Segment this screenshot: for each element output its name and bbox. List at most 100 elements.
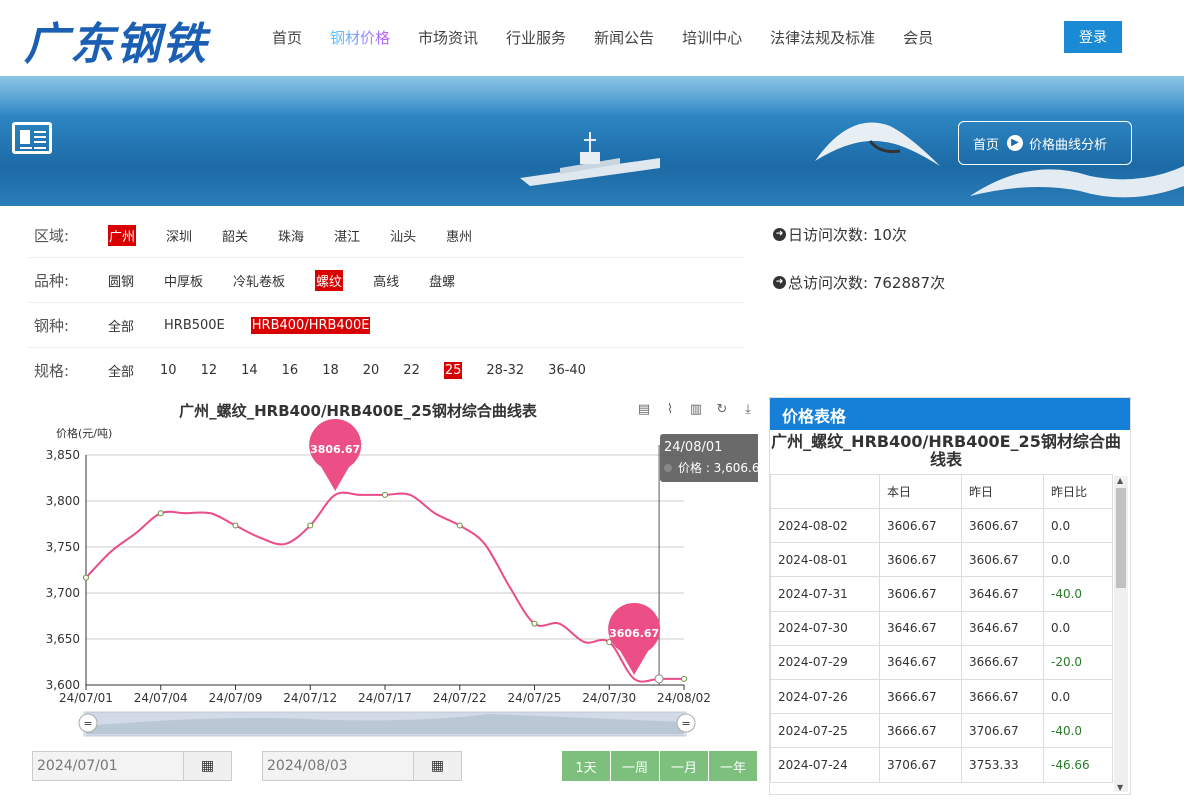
region-option[interactable]: 珠海 [278,226,304,245]
data-point [232,522,239,529]
region-option[interactable]: 广州 [108,224,137,246]
variety-option[interactable]: 高线 [373,271,399,290]
scroll-up-icon[interactable]: ▲ [1117,476,1123,485]
table-cell: 3646.67 [879,644,962,680]
nav-industry-service[interactable]: 行业服务 [506,27,566,48]
price-table-header: 价格表格 [770,398,1130,430]
range-year-button[interactable]: 一年 [709,751,757,781]
spec-option[interactable]: 36-40 [548,363,586,378]
table-cell: 3606.67 [879,576,962,612]
grade-option[interactable]: 全部 [108,316,134,335]
spec-option[interactable]: 全部 [108,361,134,380]
grade-option[interactable]: HRB500E [164,318,225,333]
x-tick-label: 24/07/25 [508,691,562,705]
variety-option[interactable]: 冷轧卷板 [233,271,285,290]
price-series-line [85,491,684,683]
spec-option[interactable]: 22 [403,363,420,378]
spec-option[interactable]: 14 [241,363,258,378]
spec-option[interactable]: 16 [282,363,299,378]
tooltip-dot [664,464,672,472]
refresh-icon[interactable]: ↻ [714,402,730,418]
range-month-button[interactable]: 一月 [660,751,708,781]
region-option[interactable]: 深圳 [166,226,192,245]
table-cell: -46.66 [1043,747,1113,783]
scrollbar-thumb[interactable] [1116,488,1126,588]
spec-option[interactable]: 12 [201,363,218,378]
region-option[interactable]: 韶关 [222,226,248,245]
x-tick-label: 24/07/17 [358,691,412,705]
table-row: 2024-07-26 3666.67 3666.67 0.0 [770,678,1113,715]
data-view-icon[interactable]: ▤ [636,402,652,418]
table-cell: 3753.33 [961,747,1044,783]
table-cell: 3706.67 [879,747,962,783]
table-row: 2024-07-31 3606.67 3646.67 -40.0 [770,576,1113,612]
table-row: 2024-07-29 3646.67 3666.67 -20.0 [770,644,1113,680]
table-cell: 3606.67 [879,542,962,578]
table-cell: 2024-08-01 [770,542,880,578]
nav-laws[interactable]: 法律法规及标准 [770,27,875,48]
calendar-icon[interactable]: ▦ [183,752,231,780]
y-tick-label: 3,650 [46,632,80,646]
table-cell: 0.0 [1043,507,1113,544]
table-cell: 3606.67 [961,542,1044,578]
nav-steel-price[interactable]: 钢材价格 [330,27,390,48]
variety-option[interactable]: 圆钢 [108,271,134,290]
nav-home[interactable]: 首页 [272,27,302,48]
hero-banner: 首页 ▶ 价格曲线分析 [0,76,1184,206]
daily-visits-text: 日访问次数: 10次 [788,226,907,244]
chevron-right-icon: ▶ [1007,135,1024,151]
grade-option[interactable]: HRB400/HRB400E [250,316,371,334]
start-date-picker[interactable]: 2024/07/01 ▦ [32,751,232,781]
scroll-down-icon[interactable]: ▼ [1117,783,1123,792]
start-date-value[interactable]: 2024/07/01 [33,758,183,774]
filter-row-region: 区域: 广州 深圳 韶关 珠海 湛江 汕头 惠州 [28,213,744,258]
variety-option[interactable]: 中厚板 [164,271,203,290]
end-date-value[interactable]: 2024/08/03 [263,758,413,774]
login-button[interactable]: 登录 [1064,21,1122,53]
spec-option[interactable]: 18 [322,363,339,378]
nav-training[interactable]: 培训中心 [682,27,742,48]
nav-market-news[interactable]: 市场资讯 [418,27,478,48]
chart-toolbox: ▤ ⌇ ▥ ↻ ⤓ [636,402,766,418]
table-cell: 2024-07-24 [770,747,880,783]
table-cell: 0.0 [1043,610,1113,646]
y-tick-label: 3,800 [46,494,80,508]
x-tick-label: 24/07/22 [433,691,487,705]
table-scrollbar[interactable]: ▲ ▼ [1114,476,1128,792]
spec-option[interactable]: 25 [443,362,463,379]
data-point [157,510,164,517]
range-week-button[interactable]: 一周 [611,751,659,781]
x-tick-label: 24/07/12 [283,691,337,705]
newspaper-icon [12,122,52,154]
zoom-handle-grip: = [83,717,92,730]
data-point [456,522,463,529]
table-cell: 3646.67 [961,610,1044,646]
bar-chart-icon[interactable]: ▥ [688,402,704,418]
price-chart: ▤ ⌇ ▥ ↻ ⤓ 广州_螺纹_HRB400/HRB400E_25钢材综合曲线表… [28,396,778,746]
range-1day-button[interactable]: 1天 [562,751,610,781]
spec-option[interactable]: 20 [363,363,380,378]
spec-option[interactable]: 28-32 [486,363,524,378]
variety-option[interactable]: 盘螺 [429,271,455,290]
tooltip-value: 价格 : 3,606.67 [678,460,758,475]
table-cell: 3646.67 [961,576,1044,612]
y-tick-label: 3,750 [46,540,80,554]
nav-announcements[interactable]: 新闻公告 [594,27,654,48]
calendar-icon[interactable]: ▦ [413,752,461,780]
line-chart-icon[interactable]: ⌇ [662,402,678,418]
region-option[interactable]: 湛江 [334,226,360,245]
x-tick-label: 24/08/02 [657,691,711,705]
site-logo[interactable]: 广东钢铁 [24,8,208,72]
download-icon[interactable]: ⤓ [740,402,756,418]
end-date-picker[interactable]: 2024/08/03 ▦ [262,751,462,781]
breadcrumb-home[interactable]: 首页 [973,134,999,153]
table-row: 2024-08-01 3606.67 3606.67 0.0 [770,542,1113,578]
nav-member[interactable]: 会员 [903,27,933,48]
region-option[interactable]: 汕头 [390,226,416,245]
variety-option[interactable]: 螺纹 [315,269,344,291]
visit-stats: ➜ 日访问次数: 10次 ➜ 总访问次数: 762887次 [773,224,945,320]
region-option[interactable]: 惠州 [446,226,472,245]
total-visits: ➜ 总访问次数: 762887次 [773,272,945,293]
table-cell: 2024-07-26 [770,678,880,715]
spec-option[interactable]: 10 [160,363,177,378]
